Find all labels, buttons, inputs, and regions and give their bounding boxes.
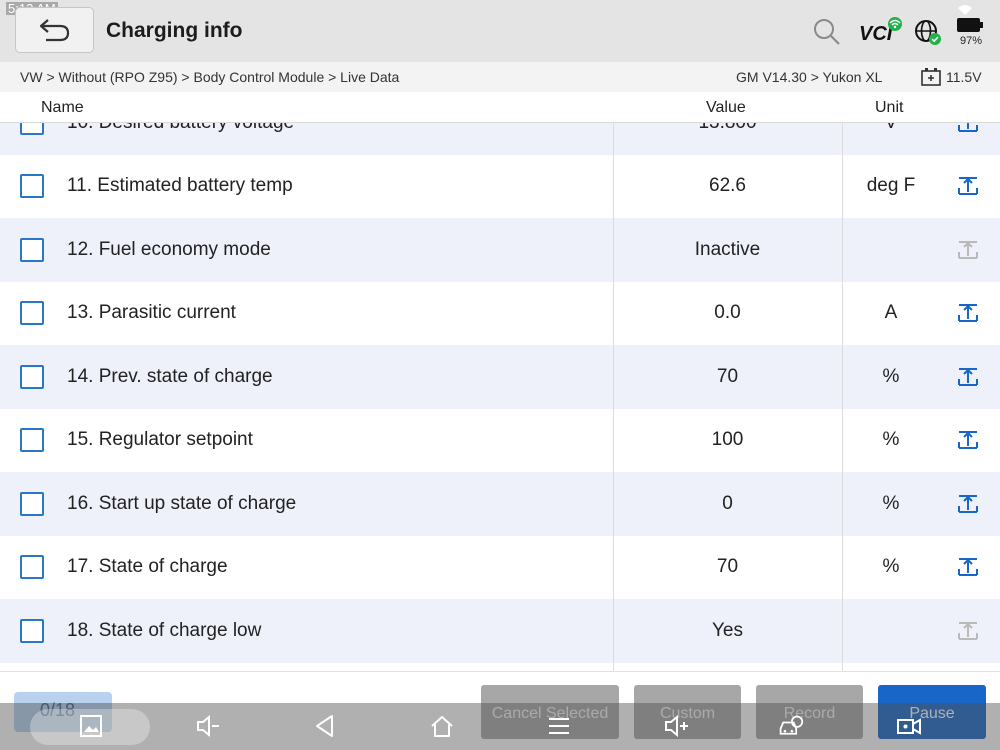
row-name: 15. Regulator setpoint: [67, 429, 253, 451]
battery-percentage: 97%: [960, 35, 983, 47]
table-row[interactable]: 12. Fuel economy mode Inactive: [0, 218, 1000, 282]
row-name: 14. Prev. state of charge: [67, 365, 273, 387]
row-value: 0: [722, 492, 733, 514]
row-value: Yes: [712, 619, 743, 641]
row-unit: A: [884, 302, 898, 324]
column-divider: [842, 123, 843, 671]
page-title: Charging info: [106, 19, 243, 42]
back-arrow-icon: [39, 19, 69, 42]
app-root: 5:12 AM Charging info VCI: [0, 0, 1000, 750]
row-checkbox[interactable]: [20, 174, 44, 199]
row-checkbox[interactable]: [20, 428, 44, 453]
table-row[interactable]: 16. Start up state of charge 0%: [0, 472, 1000, 536]
graph-icon[interactable]: [957, 366, 979, 388]
row-checkbox[interactable]: [20, 237, 44, 262]
video-record-icon[interactable]: [896, 713, 922, 739]
row-value: 0.0: [714, 302, 741, 324]
row-name: 16. Start up state of charge: [67, 492, 297, 514]
vehicle-diagnostic-icon[interactable]: [778, 713, 804, 739]
wifi-icon: [957, 4, 973, 16]
battery-icon: [956, 17, 984, 33]
column-divider: [613, 123, 614, 671]
row-value: 70: [716, 556, 739, 578]
row-name: 11. Estimated battery temp: [67, 175, 293, 197]
graph-icon[interactable]: [957, 429, 979, 451]
column-header-value: Value: [706, 99, 746, 116]
title-bar: 5:12 AM Charging info VCI: [0, 0, 1000, 62]
row-value: Inactive: [694, 238, 761, 260]
battery-voltage: 11.5V: [946, 69, 982, 85]
battery-voltage-icon: [921, 68, 941, 86]
breadcrumb-bar: VW > Without (RPO Z95) > Body Control Mo…: [0, 62, 1000, 92]
column-header-unit: Unit: [875, 99, 904, 116]
table-row[interactable]: 15. Regulator setpoint 100%: [0, 408, 1000, 472]
table-row[interactable]: 13. Parasitic current 0.0 A: [0, 281, 1000, 345]
graph-icon[interactable]: [957, 493, 979, 515]
row-value: 70: [716, 365, 739, 387]
vci-connection-icon[interactable]: VCI: [857, 16, 905, 46]
row-unit: deg F: [866, 175, 916, 197]
graph-icon[interactable]: [957, 302, 979, 324]
home-icon[interactable]: [429, 713, 455, 739]
row-name: 17. State of charge: [67, 556, 228, 578]
back-nav-icon[interactable]: [312, 713, 338, 739]
graph-icon[interactable]: [957, 556, 979, 578]
row-unit: %: [882, 492, 900, 514]
software-version: GM V14.30 > Yukon XL: [736, 69, 883, 85]
row-checkbox[interactable]: [20, 555, 44, 580]
recent-apps-icon[interactable]: [546, 713, 572, 739]
table-row[interactable]: 17. State of charge 70%: [0, 535, 1000, 599]
row-value: 100: [711, 429, 744, 451]
data-list[interactable]: 10. Desired battery voltage13.800V11. Es…: [0, 99, 1000, 671]
vci-label: VCI: [859, 23, 893, 45]
row-checkbox[interactable]: [20, 364, 44, 389]
graph-icon[interactable]: [957, 239, 979, 261]
table-header: Name Value Unit: [0, 92, 1000, 123]
volume-up-icon[interactable]: [663, 713, 689, 739]
screenshot-icon[interactable]: [78, 713, 104, 739]
globe-icon[interactable]: [913, 18, 943, 46]
row-checkbox[interactable]: [20, 618, 44, 643]
row-unit: %: [882, 429, 900, 451]
row-value: 62.6: [709, 175, 746, 197]
system-navigation-bar: [0, 703, 1000, 750]
table-row[interactable]: 18. State of charge low Yes: [0, 599, 1000, 663]
row-name: 12. Fuel economy mode: [67, 238, 271, 260]
graph-icon[interactable]: [957, 620, 979, 642]
table-row[interactable]: 11. Estimated battery temp 62.6 deg F: [0, 154, 1000, 218]
row-unit: %: [882, 365, 900, 387]
back-button[interactable]: [15, 7, 94, 53]
row-checkbox[interactable]: [20, 301, 44, 326]
column-header-name: Name: [41, 99, 84, 116]
row-name: 13. Parasitic current: [67, 302, 236, 324]
table-row[interactable]: 14. Prev. state of charge 70%: [0, 345, 1000, 409]
breadcrumb: VW > Without (RPO Z95) > Body Control Mo…: [20, 69, 400, 85]
row-unit: %: [882, 556, 900, 578]
graph-icon[interactable]: [957, 175, 979, 197]
row-checkbox[interactable]: [20, 491, 44, 516]
row-name: 18. State of charge low: [67, 619, 262, 641]
volume-down-icon[interactable]: [195, 713, 221, 739]
search-icon[interactable]: [812, 17, 842, 47]
